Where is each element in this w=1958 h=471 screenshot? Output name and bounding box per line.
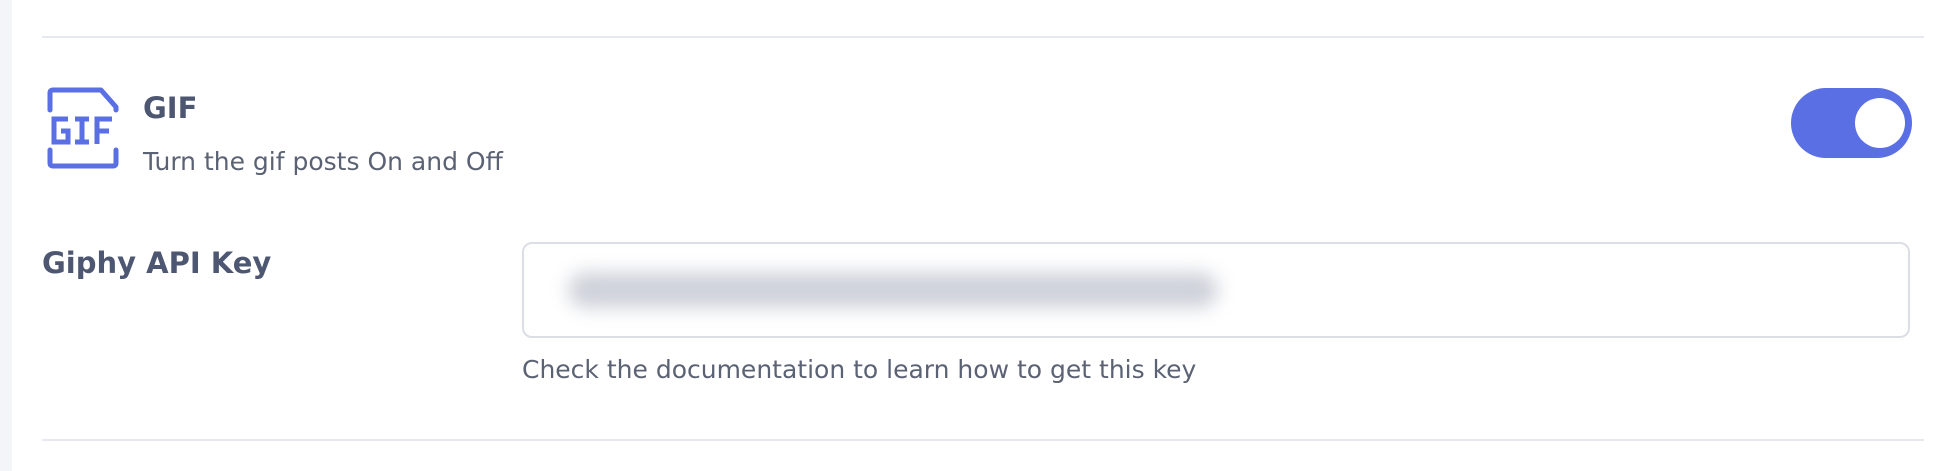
gif-toggle-switch[interactable] bbox=[1791, 88, 1912, 158]
gif-section-title: GIF bbox=[143, 91, 198, 125]
gif-section-description: Turn the gif posts On and Off bbox=[143, 147, 503, 176]
giphy-api-key-input[interactable] bbox=[522, 242, 1910, 338]
settings-panel: GIF Turn the gif posts On and Off Giphy … bbox=[12, 0, 1958, 471]
giphy-api-key-help-text: Check the documentation to learn how to … bbox=[522, 355, 1197, 384]
gif-file-icon bbox=[46, 86, 120, 170]
giphy-api-key-label: Giphy API Key bbox=[42, 246, 272, 280]
toggle-knob bbox=[1855, 98, 1905, 148]
section-divider-bottom bbox=[42, 439, 1924, 441]
section-divider-top bbox=[42, 36, 1924, 38]
